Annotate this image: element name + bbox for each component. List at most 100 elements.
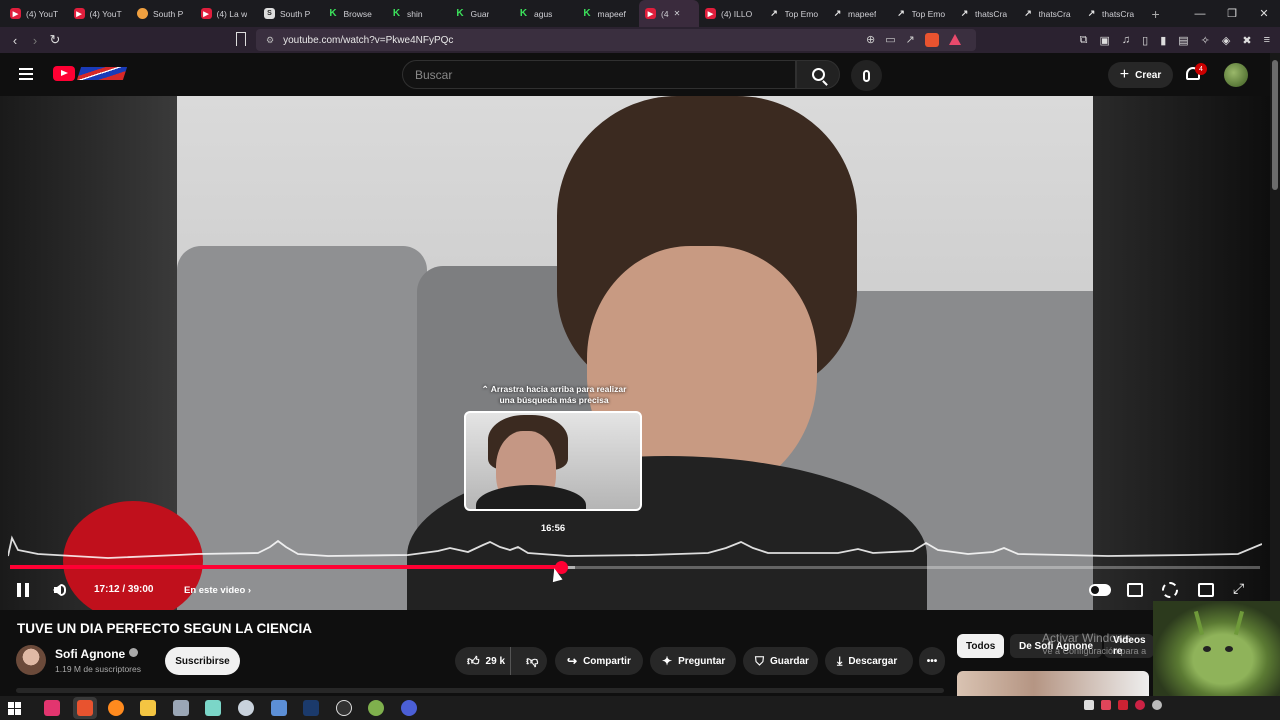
tray-app-icon[interactable] <box>1135 700 1145 710</box>
reading-list-icon[interactable]: ▯ <box>1142 34 1148 47</box>
subscriber-count: 1.19 M de suscriptores <box>55 664 141 674</box>
tools-icon[interactable]: ✖ <box>1242 34 1251 47</box>
vpn-icon[interactable]: ◈ <box>1222 34 1230 47</box>
start-button-icon[interactable] <box>8 702 21 715</box>
browser-tab[interactable]: ▶ (4) La w <box>195 0 259 27</box>
brave-rewards-icon[interactable] <box>948 34 961 45</box>
related-video-thumbnail[interactable] <box>957 671 1149 696</box>
video-player[interactable]: ⌃ Arrastra hacia arriba para realizar un… <box>0 96 1270 610</box>
volume-icon[interactable] <box>53 584 61 596</box>
file-explorer-icon[interactable] <box>140 700 156 716</box>
browser-tab[interactable]: Kshin <box>385 0 449 27</box>
wallet-icon[interactable]: ▤ <box>1178 34 1188 47</box>
browser-tab[interactable]: Kagus <box>512 0 576 27</box>
menu-icon[interactable]: ≡ <box>1264 34 1270 47</box>
close-tab-icon[interactable]: ✕ <box>674 9 681 18</box>
tracker-icon: ↗ <box>897 8 905 18</box>
search-button[interactable] <box>796 60 840 89</box>
maximize-button[interactable]: ❐ <box>1216 7 1248 20</box>
subtitles-icon[interactable] <box>1127 583 1143 597</box>
browser-tab[interactable]: ↗ mapeef <box>826 0 890 27</box>
pause-button[interactable] <box>17 583 29 597</box>
tray-record-icon[interactable] <box>1118 700 1128 710</box>
channel-name[interactable]: Sofi Agnone <box>55 647 139 661</box>
notepad-icon[interactable] <box>205 700 221 716</box>
miniplayer-icon[interactable] <box>1198 583 1214 597</box>
autoplay-toggle[interactable] <box>1089 584 1111 596</box>
firefox-icon[interactable] <box>108 700 124 716</box>
minimize-button[interactable]: — <box>1184 8 1216 20</box>
channel-avatar[interactable] <box>16 645 46 675</box>
browser-tab[interactable]: K Browse <box>322 0 386 27</box>
plus-icon: + <box>1119 66 1130 83</box>
zoom-icon[interactable]: ⊕ <box>866 33 875 47</box>
app-icon-blue[interactable] <box>271 700 287 716</box>
leo-icon[interactable]: ✧ <box>1201 34 1210 47</box>
more-dots-icon: ••• <box>926 655 938 667</box>
menu-icon[interactable] <box>19 68 33 80</box>
browser-tab[interactable]: S South P <box>258 0 322 27</box>
new-tab-button[interactable]: + <box>1152 6 1160 22</box>
description-box-edge[interactable] <box>16 688 944 693</box>
obs-icon[interactable] <box>336 700 352 716</box>
more-actions-button[interactable]: ••• <box>919 647 945 675</box>
browser-tab[interactable]: ▶ (4) YouT <box>68 0 132 27</box>
browser-tab[interactable]: ↗ Top Emo <box>763 0 827 27</box>
settings-gear-icon[interactable] <box>1162 582 1178 598</box>
browser-tab[interactable]: ↗ thatsCra <box>1017 0 1081 27</box>
close-window-button[interactable]: ✕ <box>1248 7 1280 20</box>
back-button[interactable]: ‹ <box>5 33 25 48</box>
scrollbar-thumb[interactable] <box>1272 60 1278 190</box>
fullscreen-icon[interactable]: ⤢ <box>1233 580 1251 596</box>
dislike-button[interactable]: 👎︎ <box>517 654 547 669</box>
share-page-icon[interactable]: ↗ <box>906 33 915 47</box>
sidebar-icon[interactable]: ▮ <box>1160 34 1166 47</box>
browser-tab[interactable]: ▶ (4) YouT <box>4 0 68 27</box>
chip-all[interactable]: Todos <box>957 634 1005 658</box>
voice-search-button[interactable] <box>851 60 882 91</box>
youtube-logo[interactable] <box>53 66 75 81</box>
brave-shield-icon[interactable] <box>924 33 939 47</box>
s-icon: S <box>264 8 275 19</box>
steam-icon[interactable] <box>303 700 319 716</box>
subscribe-button[interactable]: Suscribirse <box>165 647 240 675</box>
download-button[interactable]: ⤓ Descargar <box>825 647 913 675</box>
country-flag-logo <box>76 67 128 80</box>
like-button[interactable]: 👍︎ 29 k <box>455 647 512 675</box>
app-icon-circle[interactable] <box>238 700 254 716</box>
browser-tab[interactable]: ↗ Top Emo <box>890 0 954 27</box>
browser-tab[interactable]: Kmapeef <box>576 0 640 27</box>
browser-tab[interactable]: K Guar <box>449 0 513 27</box>
tray-discord-icon[interactable] <box>1084 700 1094 710</box>
browser-tab[interactable]: ↗ thatsCra <box>1080 0 1144 27</box>
browser-tab-strip: ▶ (4) YouT ▶ (4) YouT South P ▶ (4) La w S South… <box>0 0 1280 27</box>
site-info-icon[interactable]: ⚙ <box>266 35 274 46</box>
browser-tab[interactable]: ▶ (4 ✕ <box>639 0 699 27</box>
calculator-icon[interactable] <box>173 700 189 716</box>
taskbar-app-icon[interactable] <box>44 700 60 716</box>
brave-browser-icon[interactable] <box>77 700 93 716</box>
bookmark-icon[interactable] <box>236 32 246 46</box>
reload-button[interactable]: ↻ <box>45 32 65 48</box>
tray-steam-icon[interactable] <box>1152 700 1162 710</box>
tab-search-icon[interactable]: ▣ <box>1099 34 1109 47</box>
browser-tab[interactable]: South P <box>131 0 195 27</box>
app-icon-green[interactable] <box>368 700 384 716</box>
browser-tab[interactable]: ▶ (4) ILLO <box>699 0 763 27</box>
save-button[interactable]: ⛉ Guardar <box>743 647 818 675</box>
music-icon[interactable]: ♫ <box>1122 34 1130 47</box>
create-button[interactable]: + Crear <box>1108 62 1173 88</box>
chapter-button[interactable]: En este video › <box>184 585 251 596</box>
ask-button[interactable]: ✦ Preguntar <box>650 647 736 675</box>
tray-app-icon[interactable] <box>1101 700 1111 710</box>
extensions-icon[interactable]: ⧉ <box>1080 34 1088 47</box>
share-button[interactable]: ↪ Compartir <box>555 647 643 675</box>
cast-icon[interactable]: ▭ <box>885 33 895 47</box>
tracker-icon: ↗ <box>770 8 778 18</box>
forward-button[interactable]: › <box>25 33 45 48</box>
browser-tab[interactable]: ↗ thatsCra <box>953 0 1017 27</box>
search-input[interactable]: Buscar <box>402 60 796 89</box>
windows-activation-watermark: Activar Windows Ve a Configuración para … <box>1042 632 1146 658</box>
account-avatar[interactable] <box>1224 63 1248 87</box>
app-icon-purple[interactable] <box>401 700 417 716</box>
